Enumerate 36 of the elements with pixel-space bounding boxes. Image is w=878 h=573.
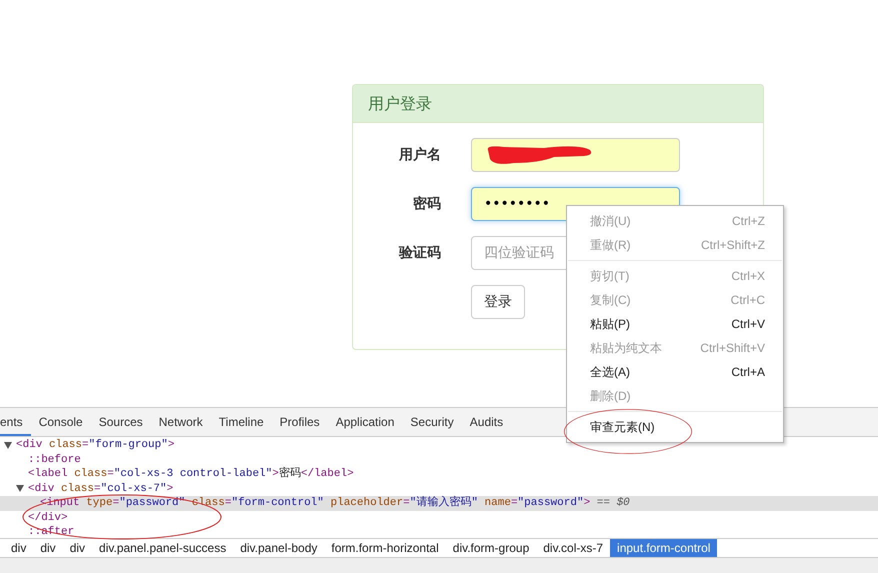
field-label: 密码 — [412, 195, 441, 213]
devtools-tab[interactable]: Timeline — [210, 408, 272, 436]
code-line: ::before — [28, 452, 81, 467]
code-line: <label class="col-xs-3 control-label">密码</label> — [28, 467, 354, 482]
code-line: </div> — [28, 510, 68, 525]
menu-item[interactable]: 全选(A) Ctrl+A — [567, 360, 783, 384]
dom-node-row[interactable]: <label class="col-xs-3 control-label">密码</label> — [0, 467, 878, 482]
code-line: <div class="form-group"> — [16, 438, 174, 452]
devtools-tab[interactable]: Console — [30, 408, 91, 436]
menu-item[interactable]: 粘贴(P) Ctrl+V — [567, 312, 783, 336]
breadcrumb[interactable]: div.panel-body — [233, 539, 324, 557]
devtools-tab[interactable]: Sources — [90, 408, 151, 436]
breadcrumb[interactable]: div.panel.panel-success — [92, 539, 234, 557]
login-button[interactable]: 登录 — [471, 285, 525, 319]
dom-node-row[interactable]: <div class="form-group"> — [0, 438, 878, 452]
username-field[interactable] — [471, 138, 680, 172]
expand-triangle-icon[interactable] — [4, 442, 12, 449]
devtools-tab[interactable]: Network — [150, 408, 211, 436]
code-line: <div class="col-xs-7"> — [28, 482, 174, 496]
breadcrumb[interactable]: form.form-horizontal — [324, 539, 446, 557]
breadcrumb[interactable]: div — [62, 539, 92, 557]
devtools-tab[interactable]: Profiles — [272, 408, 328, 436]
devtools-tab[interactable]: Security — [402, 408, 462, 436]
breadcrumb[interactable]: div — [33, 539, 63, 557]
field-label: 用户名 — [398, 146, 441, 164]
devtools-tab[interactable]: Application — [328, 408, 402, 436]
breadcrumb[interactable]: div — [4, 539, 34, 557]
menu-item[interactable]: 审查元素(N) — [567, 415, 783, 439]
breadcrumb[interactable]: input.form-control — [610, 539, 718, 557]
panel-title: 用户登录 — [353, 85, 763, 123]
dom-node-row[interactable]: ::before — [0, 452, 878, 467]
devtools-tab[interactable]: Audits — [462, 408, 512, 436]
field-label: 验证码 — [398, 244, 441, 262]
breadcrumb[interactable]: div.col-xs-7 — [536, 539, 610, 557]
devtools-tab[interactable]: ents — [0, 408, 31, 436]
breadcrumb[interactable]: div.form-group — [446, 539, 536, 557]
